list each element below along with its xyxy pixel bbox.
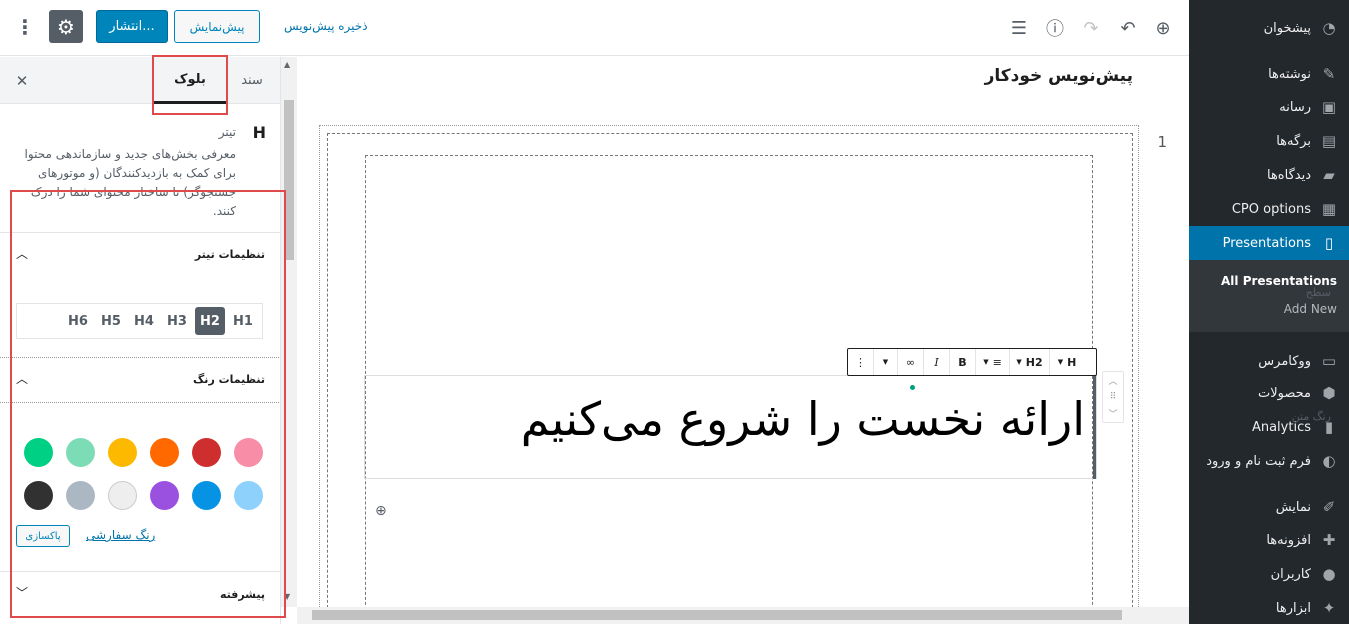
- admin-menu-woocommerce[interactable]: ▭ ووکامرس: [1189, 344, 1349, 378]
- drag-handle-icon[interactable]: ⠿: [1110, 392, 1117, 402]
- vertical-ellipsis-icon: ⋮: [855, 355, 866, 369]
- close-icon: ✕: [15, 72, 29, 90]
- highlight-block-tab: [152, 55, 228, 115]
- admin-menu-posts[interactable]: ✎ نوشته‌ها: [1189, 57, 1349, 91]
- chevron-down-icon: ▼: [983, 358, 989, 366]
- vertical-ellipsis-icon: ⋮: [15, 15, 35, 39]
- save-draft-link[interactable]: ذخیره پیش‌نویس: [284, 19, 368, 33]
- tab-document[interactable]: سند: [232, 57, 272, 104]
- text-color-label: رنگ متن: [1291, 410, 1331, 423]
- editor-top-toolbar: ⊕ ↶ ↷ ⓘ ☰ ذخیره پیش‌نویس پیش‌نمایش انتشا…: [0, 0, 1189, 56]
- move-up-icon[interactable]: ︿: [1108, 374, 1117, 387]
- media-icon: ▣: [1321, 98, 1337, 116]
- scroll-up-arrow-icon[interactable]: ▲: [284, 60, 290, 69]
- close-sidebar-button[interactable]: ✕: [10, 69, 34, 93]
- align-dropdown[interactable]: ▼ ≡: [976, 349, 1010, 375]
- admin-sidebar: ◔ پیشخوان ✎ نوشته‌ها ▣ رسانه ▤ برگه‌ها ▰ دیدگ…: [1189, 0, 1349, 624]
- bold-icon: B: [958, 355, 967, 369]
- admin-menu-dashboard[interactable]: ◔ پیشخوان: [1189, 11, 1349, 45]
- info-icon[interactable]: ⓘ: [1041, 14, 1069, 42]
- link-icon: ∞: [905, 355, 916, 369]
- more-menu-button[interactable]: ⋮: [14, 13, 36, 41]
- block-card-title: تیتر: [218, 125, 236, 139]
- login-form-icon: ◐: [1322, 452, 1336, 470]
- admin-menu-plugins[interactable]: ✚ افزونه‌ها: [1189, 523, 1349, 557]
- chevron-down-icon: ▼: [1016, 358, 1022, 366]
- block-type-switcher[interactable]: ▼ H: [1050, 349, 1084, 375]
- box-icon: ⬢: [1322, 384, 1336, 402]
- publish-button[interactable]: انتشار...: [96, 10, 168, 43]
- heading-block-text[interactable]: ارائه نخست را شروع می‌کنیم: [521, 392, 1085, 446]
- block-indicator-dot: [910, 385, 915, 390]
- line-number: 1: [1157, 133, 1167, 151]
- admin-menu-comments[interactable]: ▰ دیدگاه‌ها: [1189, 158, 1349, 192]
- user-icon: ●: [1322, 565, 1336, 583]
- heading-icon: H: [252, 123, 266, 142]
- pin-icon: ✎: [1322, 65, 1336, 83]
- chevron-down-icon: ▼: [1057, 358, 1064, 366]
- admin-menu-media[interactable]: ▣ رسانه: [1189, 90, 1349, 124]
- admin-menu-presentations[interactable]: ▯ Presentations: [1189, 226, 1349, 260]
- dashboard-icon: ◔: [1322, 19, 1336, 37]
- redo-icon[interactable]: ↷: [1077, 14, 1105, 42]
- editor-horizontal-scrollbar-thumb[interactable]: [312, 610, 1122, 620]
- more-formats-dropdown[interactable]: ▼: [874, 349, 898, 375]
- document-icon: ▯: [1324, 234, 1334, 252]
- admin-menu-products[interactable]: ⬢ محصولات: [1189, 376, 1349, 410]
- settings-gear-button[interactable]: ⚙: [49, 10, 83, 43]
- align-icon: ≡: [992, 355, 1002, 369]
- add-block-icon[interactable]: ⊕: [1149, 14, 1177, 42]
- comments-icon: ▰: [1323, 166, 1335, 184]
- app-root: ◔ پیشخوان ✎ نوشته‌ها ▣ رسانه ▤ برگه‌ها ▰ دیدگ…: [0, 0, 1349, 624]
- plugin-icon: ✚: [1322, 531, 1336, 549]
- sidebar-tabs: سند بلوک ✕: [0, 57, 280, 104]
- grid-icon: ▦: [1321, 200, 1337, 218]
- admin-menu-login-form[interactable]: ◐ فرم ثبت نام و ورود: [1189, 444, 1349, 478]
- admin-menu-users[interactable]: ● کاربران: [1189, 557, 1349, 591]
- admin-menu-pages[interactable]: ▤ برگه‌ها: [1189, 124, 1349, 158]
- admin-menu-appearance[interactable]: ✐ نمایش: [1189, 490, 1349, 524]
- level-label: سطح: [1305, 286, 1331, 299]
- editor-canvas: پیش‌نویس خودکار 1 ارائه نخست را شروع می‌…: [297, 57, 1189, 624]
- pages-icon: ▤: [1321, 132, 1337, 150]
- block-mover[interactable]: ︿ ⠿ ﹀: [1102, 371, 1124, 423]
- brush-icon: ✐: [1322, 498, 1336, 516]
- italic-icon: I: [934, 355, 939, 369]
- undo-icon[interactable]: ↶: [1114, 14, 1142, 42]
- chevron-down-icon: ▼: [882, 358, 889, 366]
- heading-level-dropdown[interactable]: ▼ H2: [1010, 349, 1050, 375]
- highlight-settings-panel: [10, 190, 286, 618]
- inline-inserter-icon[interactable]: ⊕: [375, 503, 387, 519]
- block-toolbar: ⋮ ▼ ∞ I B ▼ ≡ ▼ H2 ▼ H: [847, 348, 1097, 376]
- gear-icon: ⚙: [57, 14, 75, 39]
- preview-button[interactable]: پیش‌نمایش: [174, 10, 260, 43]
- post-title[interactable]: پیش‌نویس خودکار: [985, 66, 1133, 86]
- block-navigation-icon[interactable]: ☰: [1005, 14, 1033, 42]
- admin-menu-tools[interactable]: ✦ ابزارها: [1189, 591, 1349, 624]
- woo-icon: ▭: [1321, 352, 1337, 370]
- italic-button[interactable]: I: [924, 349, 950, 375]
- admin-menu-cpo-options[interactable]: ▦ CPO options: [1189, 192, 1349, 226]
- move-down-icon[interactable]: ﹀: [1108, 407, 1117, 420]
- link-button[interactable]: ∞: [898, 349, 924, 375]
- submenu-add-new[interactable]: Add New: [1284, 302, 1337, 316]
- wrench-icon: ✦: [1322, 599, 1336, 617]
- bold-button[interactable]: B: [950, 349, 976, 375]
- block-options-button[interactable]: ⋮: [848, 349, 874, 375]
